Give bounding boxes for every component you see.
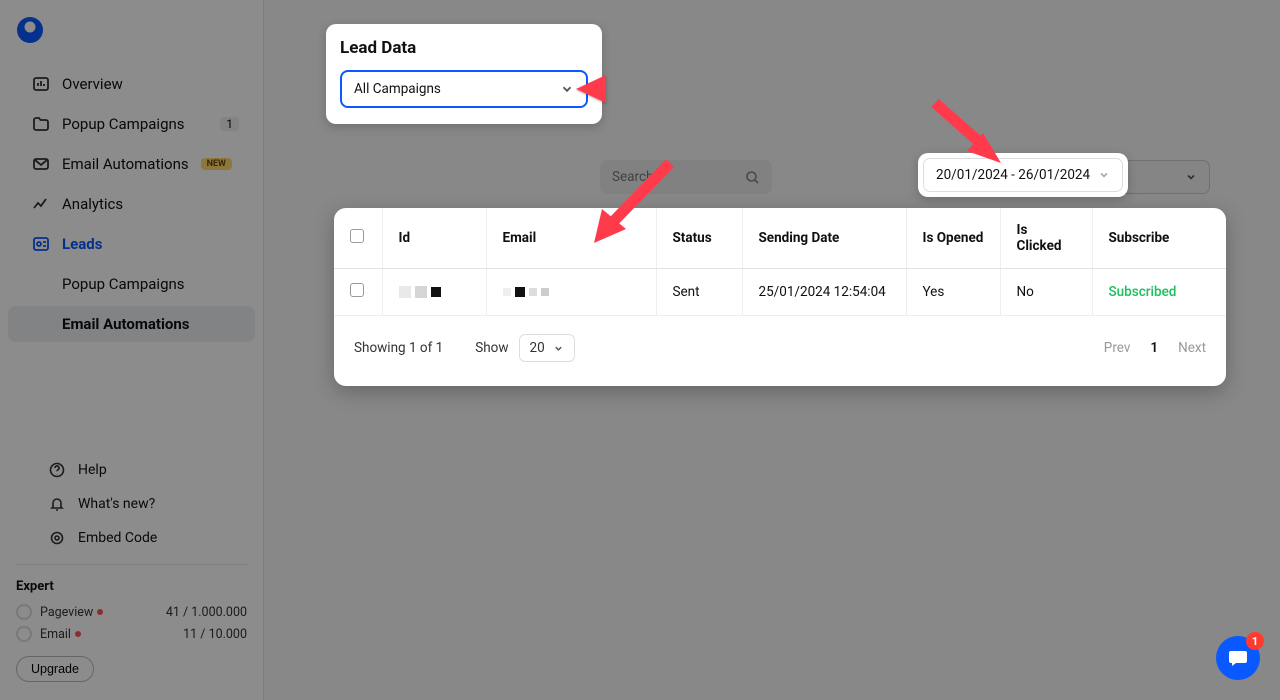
- cell-sending-date: 25/01/2024 12:54:04: [742, 269, 906, 316]
- sidebar-subitem-label: Popup Campaigns: [62, 275, 185, 293]
- target-icon: [48, 529, 66, 547]
- col-id[interactable]: Id: [382, 208, 486, 269]
- page-size-select[interactable]: 20: [519, 334, 575, 362]
- cell-subscribe: Subscribed: [1109, 284, 1177, 300]
- sidebar-item-label: Overview: [62, 75, 123, 93]
- lead-data-card: Lead Data All Campaigns: [326, 24, 602, 124]
- lead-data-title: Lead Data: [340, 38, 588, 58]
- page-size-value: 20: [530, 340, 545, 356]
- col-email[interactable]: Email: [486, 208, 656, 269]
- badge-new: NEW: [201, 158, 232, 170]
- sidebar-subitem-label: Email Automations: [62, 315, 190, 333]
- chevron-down-icon: [553, 343, 564, 354]
- leads-table-card: Id Email Status Sending Date Is Opened I…: [334, 208, 1226, 386]
- trend-icon: [32, 195, 50, 213]
- badge-count: 1: [220, 117, 239, 131]
- stat-pageview: Pageview 41 / 1.000.000: [16, 604, 247, 620]
- select-all-checkbox[interactable]: [350, 229, 364, 243]
- sidebar-item-label: Embed Code: [78, 530, 157, 546]
- dot-icon: [97, 609, 103, 615]
- cell-id-redacted: [399, 286, 470, 298]
- stat-count: 11 / 10.000: [183, 627, 247, 642]
- sidebar-item-label: Popup Campaigns: [62, 115, 185, 133]
- mail-icon: [32, 155, 50, 173]
- sidebar-item-embed[interactable]: Embed Code: [24, 522, 239, 554]
- progress-circle-icon: [16, 626, 32, 642]
- chevron-down-icon: [560, 82, 574, 96]
- cell-email-redacted: [503, 287, 640, 297]
- col-status[interactable]: Status: [656, 208, 742, 269]
- search-icon: [745, 170, 760, 185]
- sidebar-item-leads[interactable]: Leads: [8, 226, 255, 262]
- campaign-select[interactable]: All Campaigns: [340, 70, 588, 108]
- cell-is-clicked: No: [1000, 269, 1092, 316]
- showing-text: Showing 1 of 1: [354, 340, 443, 356]
- sidebar-subitem-popup-campaigns[interactable]: Popup Campaigns: [8, 266, 255, 302]
- upgrade-button[interactable]: Upgrade: [16, 656, 94, 682]
- sidebar-item-label: Help: [78, 462, 107, 478]
- row-checkbox[interactable]: [350, 283, 364, 297]
- table-row[interactable]: Sent 25/01/2024 12:54:04 Yes No Subscrib…: [334, 269, 1226, 316]
- leads-table: Id Email Status Sending Date Is Opened I…: [334, 208, 1226, 316]
- stat-label: Email: [40, 627, 71, 642]
- pagination: Prev 1 Next: [1104, 340, 1206, 356]
- chart-bar-icon: [32, 75, 50, 93]
- table-footer: Showing 1 of 1 Show 20 Prev 1 Next: [334, 316, 1226, 386]
- date-picker-highlight: 20/01/2024 - 26/01/2024: [918, 153, 1128, 197]
- chat-notification-badge: 1: [1246, 632, 1264, 650]
- sidebar-subitem-email-automations[interactable]: Email Automations: [8, 306, 255, 342]
- col-subscribe[interactable]: Subscribe: [1092, 208, 1226, 269]
- app-logo: [16, 16, 44, 44]
- help-icon: [48, 461, 66, 479]
- sidebar-item-whatsnew[interactable]: What's new?: [24, 488, 239, 520]
- leads-icon: [32, 235, 50, 253]
- dot-icon: [75, 631, 81, 637]
- sidebar-item-label: What's new?: [78, 496, 155, 512]
- search-placeholder: Search: [612, 169, 653, 185]
- stat-count: 41 / 1.000.000: [166, 605, 247, 620]
- divider: [16, 564, 247, 565]
- col-is-clicked[interactable]: Is Clicked: [1000, 208, 1092, 269]
- expert-title: Expert: [16, 579, 247, 594]
- sidebar-item-label: Leads: [62, 235, 102, 253]
- col-is-opened[interactable]: Is Opened: [906, 208, 1000, 269]
- search-input[interactable]: Search: [600, 160, 772, 194]
- cell-status: Sent: [656, 269, 742, 316]
- current-page: 1: [1150, 340, 1158, 356]
- stat-label: Pageview: [40, 605, 93, 620]
- next-button[interactable]: Next: [1178, 340, 1206, 356]
- sidebar-item-label: Email Automations: [62, 155, 189, 173]
- date-range-value: 20/01/2024 - 26/01/2024: [936, 167, 1090, 183]
- date-range-picker[interactable]: 20/01/2024 - 26/01/2024: [923, 158, 1123, 192]
- stat-email: Email 11 / 10.000: [16, 626, 247, 642]
- campaign-select-value: All Campaigns: [354, 81, 441, 97]
- show-label: Show: [475, 340, 508, 356]
- sidebar-item-label: Analytics: [62, 195, 123, 213]
- sidebar-item-analytics[interactable]: Analytics: [8, 186, 255, 222]
- folder-icon: [32, 115, 50, 133]
- sidebar-item-popup-campaigns[interactable]: Popup Campaigns 1: [8, 106, 255, 142]
- chat-icon: [1227, 647, 1249, 669]
- cell-is-opened: Yes: [906, 269, 1000, 316]
- sidebar: Overview Popup Campaigns 1 Email Automat…: [0, 0, 264, 700]
- prev-button[interactable]: Prev: [1104, 340, 1131, 356]
- bell-icon: [48, 495, 66, 513]
- chevron-down-icon: [1098, 169, 1110, 181]
- sidebar-item-email-automations[interactable]: Email Automations NEW: [8, 146, 255, 182]
- progress-circle-icon: [16, 604, 32, 620]
- chevron-down-icon: [1185, 171, 1197, 183]
- sidebar-item-overview[interactable]: Overview: [8, 66, 255, 102]
- col-sending-date[interactable]: Sending Date: [742, 208, 906, 269]
- sidebar-item-help[interactable]: Help: [24, 454, 239, 486]
- chat-widget[interactable]: 1: [1216, 636, 1260, 680]
